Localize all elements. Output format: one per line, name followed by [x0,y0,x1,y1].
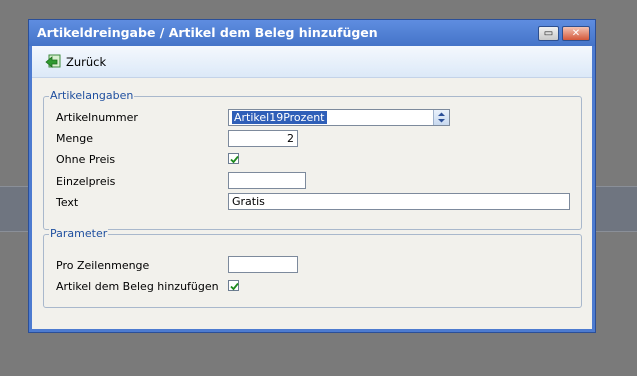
text-label: Text [56,196,79,209]
menge-field[interactable]: 2 [228,130,298,147]
artikelangaben-legend: Artikelangaben [49,89,135,102]
pro-zeilenmenge-field[interactable] [228,256,298,273]
einzelpreis-label: Einzelpreis [56,175,116,188]
artikel-beleg-checkbox[interactable] [228,280,239,291]
dialog-window: Artikeldreingabe / Artikel dem Beleg hin… [28,19,596,333]
ohne-preis-label: Ohne Preis [56,153,116,166]
close-icon: ✕ [571,28,581,39]
artikel-beleg-label: Artikel dem Beleg hinzufügen [56,280,219,293]
restore-icon: ▭ [543,28,554,39]
checkmark-icon [230,282,239,291]
spin-arrows-icon [438,112,445,123]
back-arrow-icon [45,54,61,68]
pro-zeilenmenge-label: Pro Zeilenmenge [56,259,150,272]
artikelnummer-combo[interactable]: Artikel19Prozent [228,109,450,126]
back-button[interactable]: Zurück [45,54,106,69]
back-button-label: Zurück [66,54,107,69]
title-bar: Artikeldreingabe / Artikel dem Beleg hin… [29,20,595,46]
dialog-body: Zurück Artikelangaben Artikelnummer Arti… [32,46,592,329]
restore-button[interactable]: ▭ [538,26,559,41]
window-title: Artikeldreingabe / Artikel dem Beleg hin… [37,25,378,40]
combo-dropdown-button[interactable] [433,110,449,125]
artikelnummer-label: Artikelnummer [56,111,138,124]
checkmark-icon [230,155,239,164]
toolbar: Zurück [32,46,592,78]
close-button[interactable]: ✕ [562,26,590,41]
einzelpreis-field[interactable] [228,172,306,189]
text-field[interactable]: Gratis [228,193,570,210]
menge-label: Menge [56,132,93,145]
artikelnummer-value: Artikel19Prozent [232,111,327,124]
ohne-preis-checkbox[interactable] [228,153,239,164]
parameter-legend: Parameter [49,227,109,240]
